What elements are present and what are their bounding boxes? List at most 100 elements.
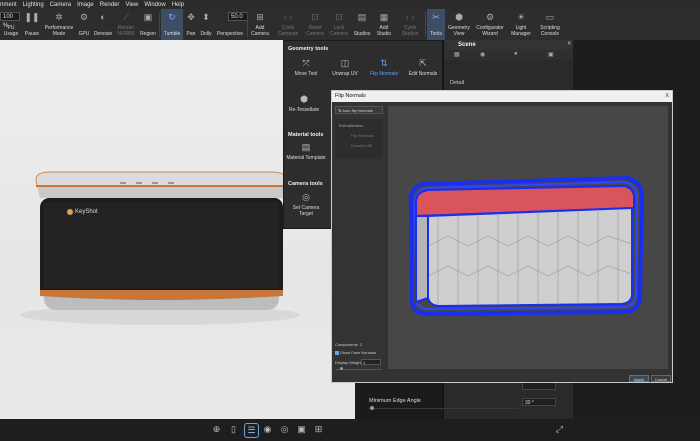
menu-bar: nment Lighting Camera Image Render View … (0, 0, 700, 9)
menu-image[interactable]: Image (77, 2, 94, 8)
screenshot-icon[interactable]: ⊞ (312, 423, 325, 436)
scripting-console-button[interactable]: ▭ Scripting Console (536, 9, 564, 40)
tools-button[interactable]: ✂ Tools (427, 9, 445, 40)
pan-icon: ✥ (187, 12, 195, 22)
region-button[interactable]: ▣ Region (138, 9, 158, 40)
dolly-button[interactable]: ⬍ Dolly (198, 9, 214, 40)
light-manager-icon: ☀ (516, 12, 526, 22)
tumble-icon: ↻ (168, 12, 176, 22)
min-edge-angle-label: Minimum Edge Angle (369, 398, 421, 404)
reset-camera-icon: ⊡ (311, 12, 319, 22)
close-icon[interactable]: × (567, 41, 571, 47)
dialog-close-icon[interactable]: X (665, 91, 669, 102)
dolly-icon: ⬍ (202, 12, 210, 22)
unwrap-uv-button[interactable]: ◫ Unwrap UV (325, 58, 365, 77)
gpu-icon: ⚙ (79, 12, 89, 22)
gpu-button[interactable]: ⚙ GPU (76, 9, 92, 40)
import-icon[interactable]: ⊕ (210, 423, 223, 436)
min-edge-angle-field[interactable]: 30 ° (522, 398, 556, 406)
scene-tab-row: ▦ ◉ ● ▣ (444, 50, 574, 60)
perspective-button[interactable]: Perspective (214, 9, 246, 40)
dialog-title: Flip Normals (335, 93, 366, 99)
render-nurbs-button[interactable]: ⟋ Render NURBS (115, 9, 137, 40)
flip-normals-item[interactable]: Flip Normals (351, 133, 373, 138)
menu-lighting[interactable]: Lighting (23, 2, 44, 8)
retessellate-button[interactable]: ⬢ Re-Tessellate (284, 94, 324, 113)
camera-target-icon: ◎ (302, 192, 310, 202)
performance-mode-button[interactable]: ✲ Performance Mode (43, 9, 75, 40)
cycle-cameras-button[interactable]: ‹ › Cycle Cameras (275, 9, 301, 40)
dialog-sidebar-panel: Edit selection Flip Normals Deselect All (335, 119, 383, 159)
render-icon[interactable]: ▣ (295, 423, 308, 436)
show-face-normals-checkbox[interactable]: Show Face Normals (335, 350, 376, 355)
move-tool-button[interactable]: ⤧ Move Tool (286, 58, 326, 77)
studios-button[interactable]: ▤ Studios (351, 9, 373, 40)
display-weight-field[interactable]: 1 (361, 359, 381, 365)
project-icon[interactable]: ☰ (244, 423, 259, 438)
geometry-view-button[interactable]: ⬢ Geometry View (446, 9, 472, 40)
menu-camera[interactable]: Camera (50, 2, 71, 8)
denoise-button[interactable]: ◐ Denoise (92, 9, 114, 40)
add-studio-button[interactable]: ▦ Add Studio (374, 9, 394, 40)
auto-flip-button[interactable]: ⇅ Auto flip Normals (335, 106, 383, 114)
set-camera-target-button[interactable]: ◎ Set Camera Target (286, 192, 326, 217)
display-weight-label: Display Weight (335, 360, 362, 365)
scene-tab-icon[interactable]: ▦ (454, 51, 460, 58)
bottom-toolbar: ⊕ ▯ ☰ ◉ ◎ ▣ ⊞ ⤢ (0, 419, 700, 441)
normals-preview-mesh (408, 175, 645, 317)
edit-normals-button[interactable]: ⇱ Edit Normals (403, 58, 443, 77)
add-camera-button[interactable]: ⊞ Add Camera (249, 9, 271, 40)
above-angle-field[interactable] (522, 382, 556, 390)
menu-view[interactable]: View (125, 2, 138, 8)
checkbox-icon (335, 350, 339, 355)
menu-window[interactable]: Window (144, 2, 165, 8)
lock-camera-button[interactable]: ⊡ Lock Camera (328, 9, 350, 40)
performance-icon: ✲ (55, 12, 63, 22)
light-tab-icon[interactable]: ● (514, 51, 518, 57)
flip-normals-icon: ⇅ (380, 58, 388, 68)
pan-button[interactable]: ✥ Pan (184, 9, 198, 40)
ribbon-toolbar: 100 % PU Usage ❚❚ Pause ✲ Performance Mode… (0, 9, 700, 41)
slider-knob[interactable] (370, 406, 374, 410)
display-weight-slider[interactable] (336, 369, 382, 370)
normals-preview-viewport[interactable] (388, 106, 668, 369)
lock-camera-icon: ⊡ (335, 12, 343, 22)
add-camera-icon: ⊞ (256, 12, 264, 22)
flip-normals-dialog: Flip Normals X ⇅ Auto flip Normals Edit … (331, 90, 673, 383)
menu-environment[interactable]: nment (0, 2, 17, 8)
material-template-button[interactable]: ▤ Material Template (286, 142, 326, 161)
material-template-icon: ▤ (301, 142, 311, 152)
menu-render[interactable]: Render (100, 2, 120, 8)
pause-button[interactable]: ❚❚ Pause (22, 9, 42, 40)
configurator-wizard-button[interactable]: ⚙ Configurator Wizard (474, 9, 506, 40)
cycle-studios-button[interactable]: ‹ › Cycle Studios (397, 9, 423, 40)
apply-button[interactable]: Apply (629, 375, 649, 382)
library-icon[interactable]: ▯ (227, 423, 240, 436)
min-edge-angle-slider[interactable] (369, 408, 519, 409)
cpu-usage-button[interactable]: PU Usage (0, 9, 22, 40)
edit-selection-item[interactable]: Edit selection (339, 123, 363, 128)
material-tab-icon[interactable]: ◉ (480, 51, 485, 58)
light-manager-button[interactable]: ☀ Light Manager (508, 9, 534, 40)
tumble-button[interactable]: ↻ Tumble (161, 9, 183, 40)
move-tool-icon: ⤧ (302, 58, 310, 68)
menu-help[interactable]: Help (172, 2, 184, 8)
scene-title: Scene (458, 42, 476, 48)
cancel-button[interactable]: Cancel (651, 375, 671, 382)
expand-icon[interactable]: ⤢ (553, 423, 566, 436)
unwrap-uv-icon: ◫ (340, 58, 350, 68)
camera-tools-title: Camera tools (288, 181, 323, 187)
detail-label: Detail (450, 80, 465, 86)
camera-tab-icon[interactable]: ▣ (548, 51, 554, 58)
flip-normals-button[interactable]: ⇅ Flip Normals (364, 58, 404, 77)
toolbar-separator (425, 12, 426, 37)
animation-icon[interactable]: ◉ (261, 423, 274, 436)
denoise-icon: ◐ (100, 12, 106, 22)
reset-camera-button[interactable]: ⊡ Reset Camera (303, 9, 327, 40)
components-label: Components: 2 (335, 342, 363, 347)
deselect-all-item[interactable]: Deselect All (351, 143, 372, 148)
configurator-icon: ⚙ (485, 12, 495, 22)
nurbs-icon: ⟋ (122, 12, 130, 22)
display-weight-knob[interactable] (340, 367, 343, 370)
keyshotxr-icon[interactable]: ◎ (278, 423, 291, 436)
